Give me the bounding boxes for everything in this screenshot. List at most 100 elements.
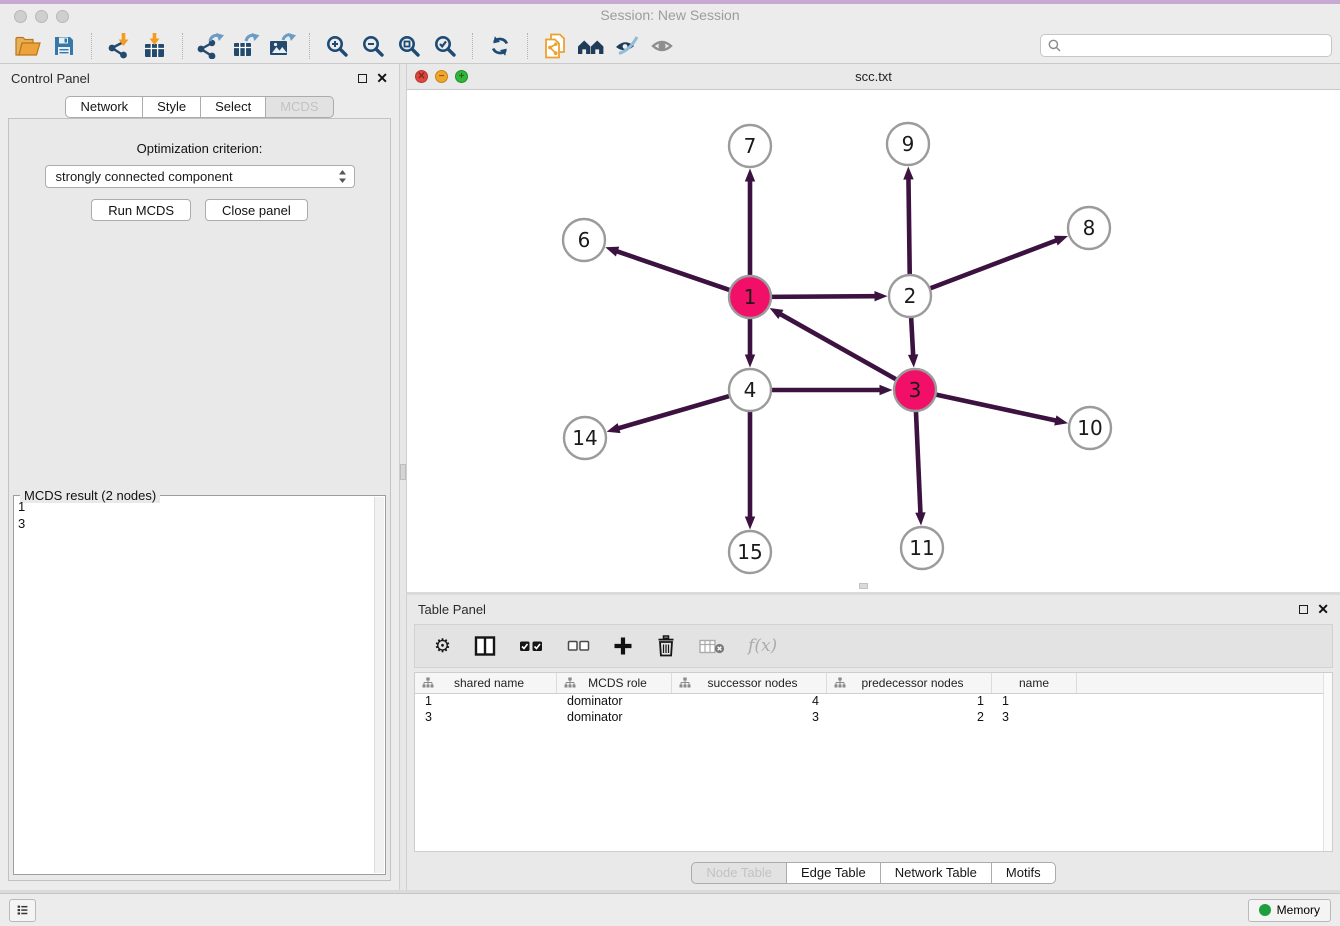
table-row[interactable]: 1 dominator 4 1 1 [415, 694, 1332, 710]
hide-graphics-details-button[interactable] [609, 31, 645, 61]
network-close-button[interactable]: ✕ [415, 70, 428, 83]
table-settings-button[interactable]: ⚙ [434, 637, 451, 656]
cell-predecessor-nodes[interactable]: 2 [827, 710, 992, 726]
chevron-up-down-icon [338, 169, 347, 184]
cell-mcds-role[interactable]: dominator [557, 710, 672, 726]
show-graphics-details-button[interactable] [645, 31, 681, 61]
close-panel-button-secondary[interactable]: Close panel [205, 199, 308, 221]
new-network-from-file-button[interactable] [537, 31, 573, 61]
graph-edge-3-1[interactable] [780, 314, 899, 381]
graph-edge-2-9[interactable] [908, 178, 909, 278]
column-header-mcds-role[interactable]: MCDS role [557, 673, 672, 693]
home-view-button[interactable] [573, 31, 609, 61]
network-minimize-button[interactable]: − [435, 70, 448, 83]
add-row-button[interactable] [613, 636, 633, 656]
graph-edge-1-2[interactable] [768, 296, 876, 297]
graph-edge-1-6[interactable] [617, 251, 733, 291]
criterion-select[interactable]: strongly connected component [45, 165, 355, 188]
zoom-fit-icon [397, 34, 421, 58]
mcds-result-list[interactable]: 1 3 [18, 498, 371, 872]
zoom-selected-button[interactable] [427, 31, 463, 61]
mcds-result-box: MCDS result (2 nodes) 1 3 [13, 495, 386, 875]
memory-label: Memory [1277, 903, 1320, 917]
tab-node-table[interactable]: Node Table [691, 862, 786, 884]
network-window-titlebar[interactable]: scc.txt ✕ − + [407, 64, 1340, 90]
column-header-shared-name[interactable]: shared name [415, 673, 557, 693]
graph-svg[interactable]: 7968124314101511 [407, 90, 1340, 591]
float-table-panel-button[interactable] [1299, 605, 1308, 614]
network-maximize-button[interactable]: + [455, 70, 468, 83]
export-table-button[interactable] [228, 31, 264, 61]
cell-mcds-role[interactable]: dominator [557, 694, 672, 710]
mcds-result-item[interactable]: 3 [18, 515, 371, 532]
close-table-panel-button[interactable]: ✕ [1317, 604, 1329, 614]
graph-edge-2-3[interactable] [911, 314, 913, 356]
cell-name[interactable]: 3 [992, 710, 1077, 726]
splitter-handle[interactable] [400, 464, 406, 480]
tab-select[interactable]: Select [200, 96, 265, 118]
tab-network[interactable]: Network [65, 96, 142, 118]
search-box[interactable] [1040, 34, 1332, 57]
tab-style[interactable]: Style [142, 96, 200, 118]
graph-edge-3-10[interactable] [933, 394, 1057, 421]
export-network-button[interactable] [192, 31, 228, 61]
graph-edge-4-14[interactable] [618, 395, 733, 428]
trash-icon [656, 635, 676, 657]
refresh-network-button[interactable] [482, 31, 518, 61]
graph-node-label: 15 [737, 540, 762, 564]
graph-edge-2-8[interactable] [927, 240, 1057, 289]
mcds-panel: Optimization criterion: strongly connect… [8, 118, 391, 881]
task-history-button[interactable] [9, 899, 36, 922]
select-all-button[interactable] [519, 639, 544, 654]
run-mcds-button[interactable]: Run MCDS [91, 199, 191, 221]
network-canvas[interactable]: 7968124314101511 [407, 90, 1340, 591]
tab-mcds[interactable]: MCDS [265, 96, 333, 118]
tab-motifs[interactable]: Motifs [991, 862, 1056, 884]
delete-table-icon [699, 637, 725, 655]
delete-table-button[interactable] [699, 637, 725, 655]
delete-row-button[interactable] [656, 635, 676, 657]
node-table: shared name MCDS role [414, 672, 1333, 852]
table-row[interactable]: 3 dominator 3 2 3 [415, 710, 1332, 726]
save-session-button[interactable] [46, 31, 82, 61]
unselect-all-button[interactable] [567, 639, 590, 653]
graph-node-label: 2 [904, 284, 917, 308]
cell-predecessor-nodes[interactable]: 1 [827, 694, 992, 710]
function-builder-button[interactable]: f(x) [748, 636, 777, 656]
export-image-icon [268, 33, 296, 59]
show-columns-button[interactable] [474, 635, 496, 657]
cell-successor-nodes[interactable]: 4 [672, 694, 827, 710]
zoom-fit-button[interactable] [391, 31, 427, 61]
search-icon [1048, 39, 1061, 52]
tab-edge-table[interactable]: Edge Table [786, 862, 880, 884]
table-scrollbar[interactable] [1323, 673, 1332, 851]
export-image-button[interactable] [264, 31, 300, 61]
zoom-out-button[interactable] [355, 31, 391, 61]
zoom-in-button[interactable] [319, 31, 355, 61]
cell-shared-name[interactable]: 1 [415, 694, 557, 710]
memory-button[interactable]: Memory [1248, 899, 1331, 922]
app-title: Session: New Session [0, 7, 1340, 23]
graph-edge-3-11[interactable] [916, 408, 921, 514]
graph-node-label: 4 [744, 378, 757, 402]
refresh-icon [488, 34, 512, 58]
column-header-successor-nodes[interactable]: successor nodes [672, 673, 827, 693]
canvas-splitter-handle[interactable] [859, 583, 868, 589]
column-header-name[interactable]: name [992, 673, 1077, 693]
cell-shared-name[interactable]: 3 [415, 710, 557, 726]
cell-name[interactable]: 1 [992, 694, 1077, 710]
result-scrollbar[interactable] [374, 497, 384, 873]
search-input[interactable] [1066, 37, 1324, 54]
cell-successor-nodes[interactable]: 3 [672, 710, 827, 726]
graph-edge-arrowhead [745, 169, 755, 182]
float-panel-button[interactable] [358, 74, 367, 83]
open-session-button[interactable] [10, 31, 46, 61]
mcds-result-item[interactable]: 1 [18, 498, 371, 515]
graph-node-label: 3 [909, 378, 922, 402]
import-table-button[interactable] [137, 31, 173, 61]
close-panel-button[interactable]: ✕ [376, 73, 388, 83]
import-network-button[interactable] [101, 31, 137, 61]
tab-network-table[interactable]: Network Table [880, 862, 991, 884]
column-header-predecessor-nodes[interactable]: predecessor nodes [827, 673, 992, 693]
vertical-splitter[interactable] [399, 64, 407, 893]
